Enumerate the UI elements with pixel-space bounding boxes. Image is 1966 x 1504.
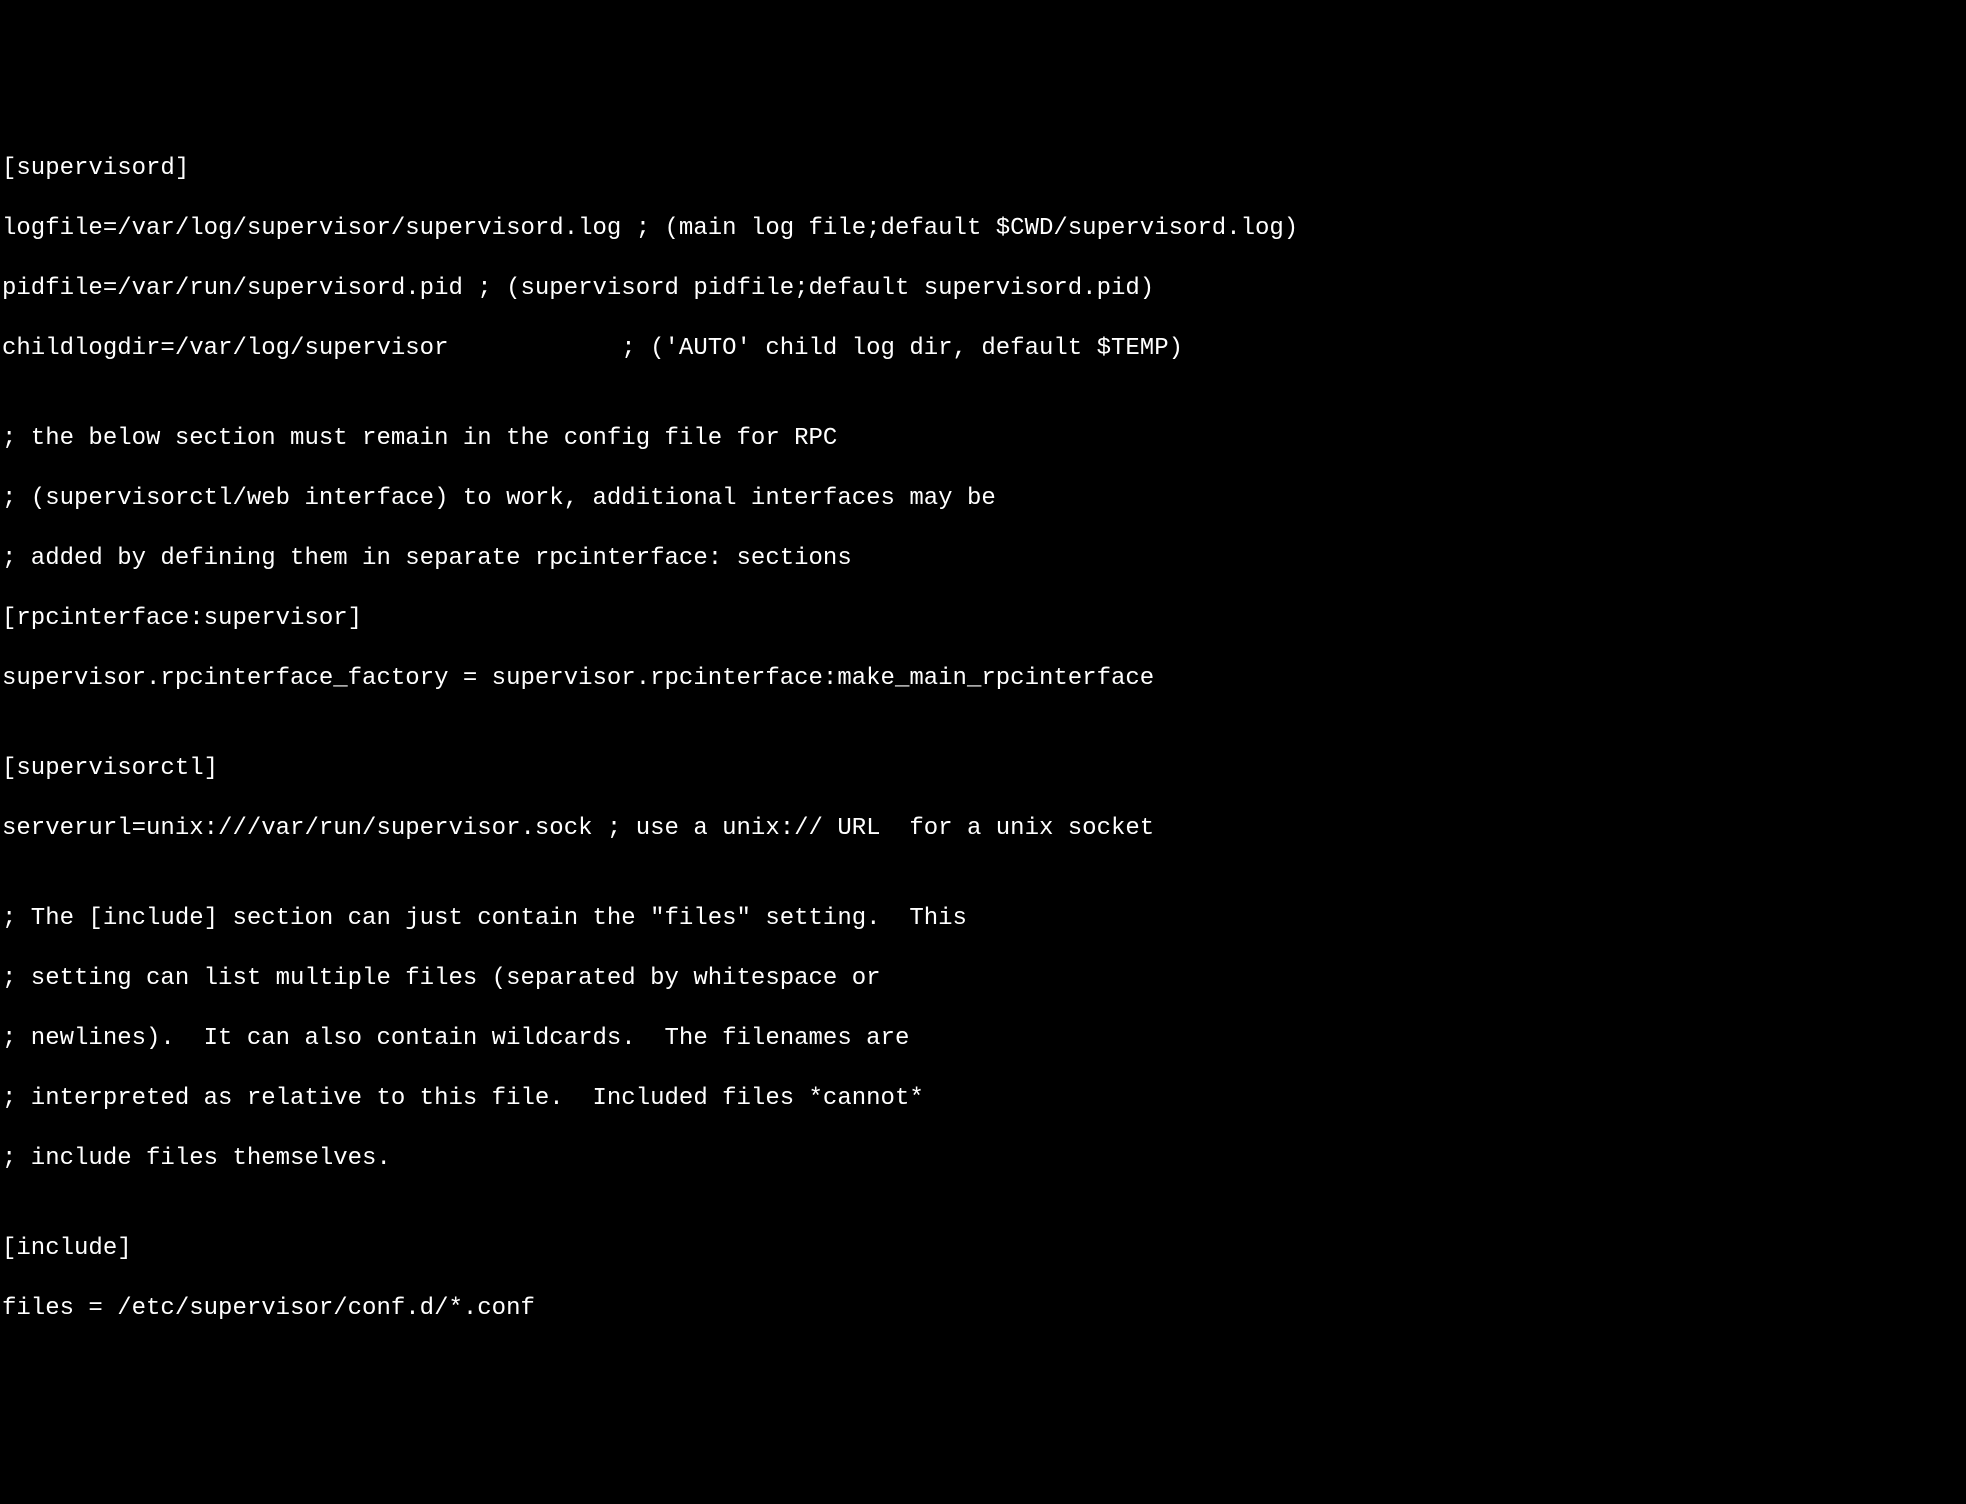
config-line: files = /etc/supervisor/conf.d/*.conf <box>2 1294 1966 1324</box>
config-line: logfile=/var/log/supervisor/supervisord.… <box>2 214 1966 244</box>
config-line: supervisor.rpcinterface_factory = superv… <box>2 664 1966 694</box>
config-line: ; (supervisorctl/web interface) to work,… <box>2 484 1966 514</box>
config-line: [include] <box>2 1234 1966 1264</box>
config-line: pidfile=/var/run/supervisord.pid ; (supe… <box>2 274 1966 304</box>
config-line: ; added by defining them in separate rpc… <box>2 544 1966 574</box>
config-file-viewer: [supervisord] logfile=/var/log/superviso… <box>2 124 1966 1354</box>
config-line: ; The [include] section can just contain… <box>2 904 1966 934</box>
config-line: serverurl=unix:///var/run/supervisor.soc… <box>2 814 1966 844</box>
config-line: [supervisorctl] <box>2 754 1966 784</box>
config-line: ; interpreted as relative to this file. … <box>2 1084 1966 1114</box>
config-line: ; setting can list multiple files (separ… <box>2 964 1966 994</box>
config-line: childlogdir=/var/log/supervisor ; ('AUTO… <box>2 334 1966 364</box>
config-line: ; include files themselves. <box>2 1144 1966 1174</box>
config-line: [rpcinterface:supervisor] <box>2 604 1966 634</box>
config-line: ; newlines). It can also contain wildcar… <box>2 1024 1966 1054</box>
config-line: ; the below section must remain in the c… <box>2 424 1966 454</box>
config-line: [supervisord] <box>2 154 1966 184</box>
